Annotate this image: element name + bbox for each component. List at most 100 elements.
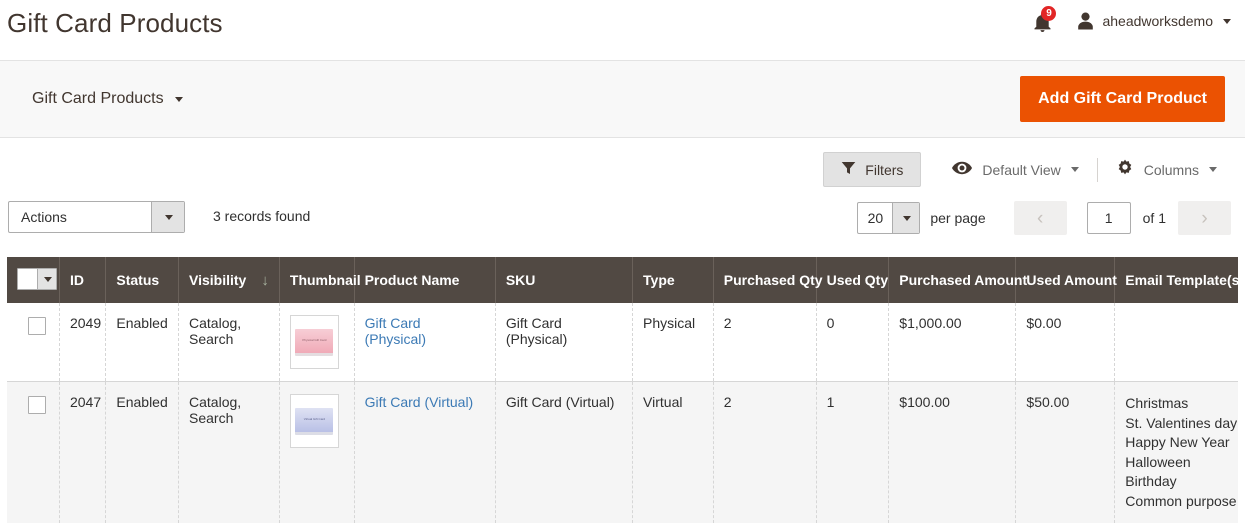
- user-name-label: aheadworksdemo: [1102, 13, 1213, 29]
- total-pages-label: of 1: [1143, 210, 1166, 226]
- column-header-purchased-qty[interactable]: Purchased Qty: [713, 257, 816, 303]
- chevron-right-icon: ›: [1201, 209, 1207, 228]
- cell-product-name: Gift Card (Physical): [354, 303, 495, 382]
- cell-product-name: Gift Card (Virtual): [354, 382, 495, 523]
- cell-id: 2049: [59, 303, 105, 382]
- row-select-cell: [7, 303, 59, 382]
- mass-actions-label: Actions: [9, 202, 151, 232]
- chevron-down-icon: [175, 97, 183, 102]
- product-name-link[interactable]: Gift Card (Virtual): [365, 394, 474, 410]
- table-body: 2049EnabledCatalog, Search Physical Gift …: [7, 303, 1238, 523]
- default-view-label: Default View: [982, 162, 1060, 178]
- grid-toolbar-controls: Filters Default View Columns: [823, 151, 1231, 188]
- user-menu[interactable]: aheadworksdemo: [1077, 12, 1231, 30]
- cell-status: Enabled: [106, 382, 179, 523]
- chevron-down-icon[interactable]: [37, 269, 56, 289]
- column-header-email-templates[interactable]: Email Template(s): [1115, 257, 1238, 303]
- funnel-icon: [841, 161, 856, 178]
- column-header-select-all[interactable]: [7, 257, 59, 303]
- notifications-button[interactable]: 9: [1031, 8, 1055, 34]
- per-page-select[interactable]: 20: [857, 202, 920, 234]
- cell-used-qty: 0: [816, 303, 889, 382]
- cell-purchased-amount: $1,000.00: [889, 303, 1016, 382]
- column-header-thumbnail[interactable]: Thumbnail: [279, 257, 354, 303]
- column-header-status[interactable]: Status: [106, 257, 179, 303]
- cell-used-amount: $50.00: [1016, 382, 1115, 523]
- sort-descending-icon: ↓: [261, 273, 269, 288]
- default-view-selector[interactable]: Default View: [938, 153, 1092, 186]
- email-template-item: Halloween: [1125, 453, 1228, 473]
- cell-visibility: Catalog, Search: [179, 303, 280, 382]
- add-gift-card-product-button[interactable]: Add Gift Card Product: [1020, 76, 1225, 122]
- column-header-used-amount[interactable]: Used Amount: [1016, 257, 1115, 303]
- column-header-used-qty[interactable]: Used Qty: [816, 257, 889, 303]
- columns-selector[interactable]: Columns: [1102, 151, 1231, 188]
- column-header-purchased-amount[interactable]: Purchased Amount: [889, 257, 1016, 303]
- column-header-type[interactable]: Type: [633, 257, 714, 303]
- cell-type: Physical: [633, 303, 714, 382]
- per-page-label: per page: [930, 210, 985, 226]
- cell-used-qty: 1: [816, 382, 889, 523]
- page-header: Gift Card Products 9 aheadworksdemo: [0, 0, 1245, 60]
- table-row: 2047EnabledCatalog, SearchVirtual Gift C…: [7, 382, 1238, 523]
- grid-toolbar: Filters Default View Columns: [0, 151, 1245, 191]
- product-thumbnail: Virtual Gift Card: [290, 394, 339, 448]
- cell-email-templates: ChristmasSt. Valentines dayHappy New Yea…: [1115, 382, 1238, 523]
- filters-button[interactable]: Filters: [823, 152, 921, 187]
- per-page-value: 20: [858, 203, 892, 233]
- chevron-down-icon: [1071, 167, 1079, 172]
- page-title: Gift Card Products: [7, 8, 223, 39]
- chevron-down-icon: [151, 202, 184, 232]
- records-found-label: 3 records found: [213, 208, 310, 224]
- chevron-down-icon: [1223, 19, 1231, 24]
- column-header-id[interactable]: ID: [59, 257, 105, 303]
- table-header-row: ID Status Visibility ↓ Thumbnail Product…: [7, 257, 1238, 303]
- cell-status: Enabled: [106, 303, 179, 382]
- cell-thumbnail: Physical Gift Card: [279, 303, 354, 382]
- row-checkbox[interactable]: [28, 396, 46, 414]
- user-icon: [1077, 12, 1094, 30]
- table-row: 2049EnabledCatalog, Search Physical Gift …: [7, 303, 1238, 382]
- header-actions: 9 aheadworksdemo: [1031, 8, 1231, 34]
- grid-switcher[interactable]: Gift Card Products: [32, 90, 183, 108]
- cell-email-templates: [1115, 303, 1238, 382]
- email-template-item: Christmas: [1125, 394, 1228, 414]
- cell-sku: Gift Card (Virtual): [495, 382, 632, 523]
- grid-actions-bar: Actions 3 records found 20 per page ‹ of…: [0, 201, 1245, 245]
- toolbar-divider: [1097, 158, 1098, 182]
- mass-actions-select[interactable]: Actions: [8, 201, 185, 233]
- page-actions-bar: Gift Card Products Add Gift Card Product: [0, 60, 1245, 138]
- select-all-checkbox[interactable]: [17, 268, 57, 290]
- column-header-sku[interactable]: SKU: [495, 257, 632, 303]
- table-header: ID Status Visibility ↓ Thumbnail Product…: [7, 257, 1238, 303]
- column-header-visibility[interactable]: Visibility ↓: [179, 257, 280, 303]
- email-template-item: St. Valentines day: [1125, 414, 1228, 434]
- email-template-item: Common purpose: [1125, 492, 1228, 512]
- current-page-input[interactable]: [1087, 202, 1131, 234]
- notification-count-badge: 9: [1041, 6, 1056, 21]
- columns-label: Columns: [1144, 162, 1199, 178]
- next-page-button[interactable]: ›: [1178, 201, 1231, 235]
- chevron-down-icon: [892, 203, 919, 233]
- gift-card-image: Physical Gift Card: [295, 329, 333, 356]
- cell-type: Virtual: [633, 382, 714, 523]
- previous-page-button[interactable]: ‹: [1014, 201, 1067, 235]
- row-select-cell: [7, 382, 59, 523]
- eye-icon: [952, 161, 972, 178]
- data-grid-container: ID Status Visibility ↓ Thumbnail Product…: [0, 257, 1245, 523]
- cell-purchased-qty: 2: [713, 382, 816, 523]
- product-name-link[interactable]: Gift Card (Physical): [365, 315, 426, 347]
- pagination-controls: 20 per page ‹ of 1 ›: [857, 201, 1231, 235]
- column-header-visibility-label: Visibility: [189, 272, 246, 288]
- column-header-product-name[interactable]: Product Name: [354, 257, 495, 303]
- cell-thumbnail: Virtual Gift Card: [279, 382, 354, 523]
- cell-used-amount: $0.00: [1016, 303, 1115, 382]
- grid-switcher-label: Gift Card Products: [32, 90, 164, 108]
- row-checkbox[interactable]: [28, 317, 46, 335]
- gift-card-products-table: ID Status Visibility ↓ Thumbnail Product…: [7, 257, 1238, 523]
- filters-label: Filters: [865, 162, 903, 178]
- chevron-down-icon: [1209, 167, 1217, 172]
- email-template-item: Happy New Year: [1125, 433, 1228, 453]
- chevron-left-icon: ‹: [1037, 209, 1043, 228]
- gift-card-image: Virtual Gift Card: [295, 408, 333, 435]
